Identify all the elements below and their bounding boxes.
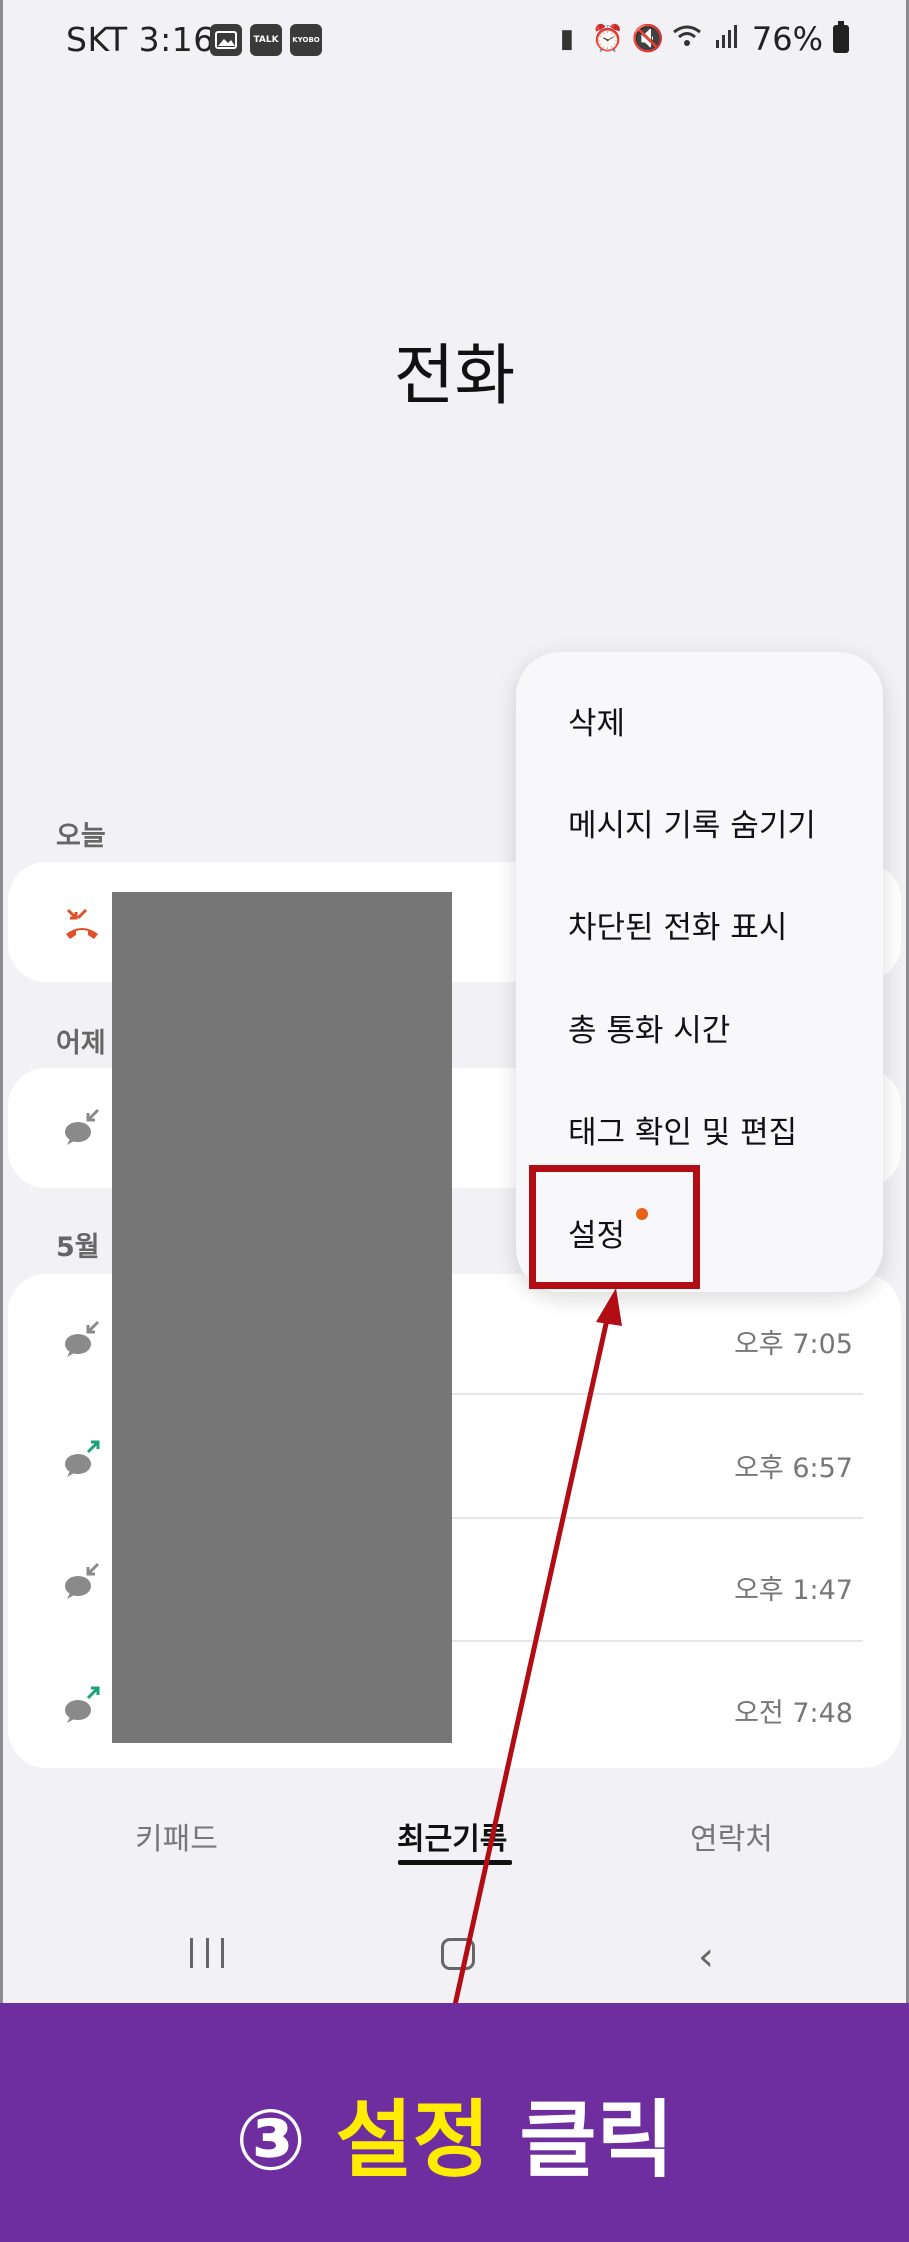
kakaotalk-icon: TALK bbox=[250, 24, 282, 56]
alarm-icon: ⏰ bbox=[591, 24, 625, 54]
mute-icon: 🔇 bbox=[631, 24, 665, 54]
tab-contacts[interactable]: 연락처 bbox=[690, 1814, 773, 1858]
signal-icon bbox=[712, 24, 742, 55]
gallery-icon bbox=[210, 24, 242, 56]
instruction-action: 클릭 bbox=[519, 2091, 674, 2189]
wifi-icon bbox=[672, 24, 702, 55]
settings-highlight-box bbox=[529, 1165, 700, 1289]
menu-item-total-call-time[interactable]: 총 통화 시간 bbox=[568, 1005, 730, 1050]
section-may: 5월 bbox=[56, 1232, 100, 1263]
tab-recents[interactable]: 최근기록 bbox=[397, 1814, 507, 1858]
home-button[interactable] bbox=[441, 1938, 475, 1970]
call-time: 오전 7:48 bbox=[734, 1698, 853, 1729]
battery-percent: 76% bbox=[751, 20, 823, 58]
status-carrier-time: SKT 3:16 bbox=[66, 20, 215, 59]
menu-item-show-blocked-calls[interactable]: 차단된 전화 표시 bbox=[568, 902, 787, 947]
kyobo-icon: KYOBO bbox=[290, 24, 322, 56]
status-bar: SKT 3:16 TALK KYOBO ▮ ⏰ 🔇 76% bbox=[0, 0, 909, 82]
section-yesterday: 어제 bbox=[56, 1028, 106, 1059]
battery-icon bbox=[833, 21, 849, 53]
outgoing-message-icon bbox=[65, 1686, 100, 1723]
incoming-message-icon bbox=[65, 1108, 100, 1145]
tab-keypad[interactable]: 키패드 bbox=[135, 1814, 218, 1858]
incoming-message-icon bbox=[65, 1320, 100, 1357]
back-button[interactable]: ‹ bbox=[698, 1934, 714, 1980]
step-number: ③ bbox=[235, 2091, 307, 2189]
outgoing-message-icon bbox=[65, 1440, 100, 1477]
system-icons: ▮ ⏰ 🔇 76% bbox=[552, 20, 849, 58]
redacted-contacts bbox=[112, 892, 452, 1743]
instruction-highlight: 설정 bbox=[335, 2091, 491, 2189]
incoming-message-icon bbox=[65, 1562, 100, 1599]
battery-saver-icon: ▮ bbox=[559, 24, 575, 54]
frame-edge-left bbox=[0, 0, 3, 2003]
instruction-text: ③ 설정 클릭 bbox=[0, 2073, 909, 2194]
missed-call-icon bbox=[66, 908, 98, 939]
notification-icons: TALK KYOBO bbox=[210, 24, 322, 56]
section-today: 오늘 bbox=[56, 821, 106, 852]
menu-item-delete[interactable]: 삭제 bbox=[568, 698, 625, 743]
recent-apps-button[interactable] bbox=[190, 1938, 224, 1968]
call-time: 오후 1:47 bbox=[734, 1575, 853, 1606]
call-time: 오후 7:05 bbox=[734, 1329, 853, 1360]
instruction-banner: ③ 설정 클릭 bbox=[0, 2003, 909, 2242]
menu-item-tags[interactable]: 태그 확인 및 편집 bbox=[568, 1107, 797, 1152]
active-tab-indicator bbox=[398, 1860, 512, 1865]
menu-item-hide-message-history[interactable]: 메시지 기록 숨기기 bbox=[568, 800, 816, 845]
page-title: 전화 bbox=[393, 337, 516, 414]
call-time: 오후 6:57 bbox=[734, 1453, 853, 1484]
